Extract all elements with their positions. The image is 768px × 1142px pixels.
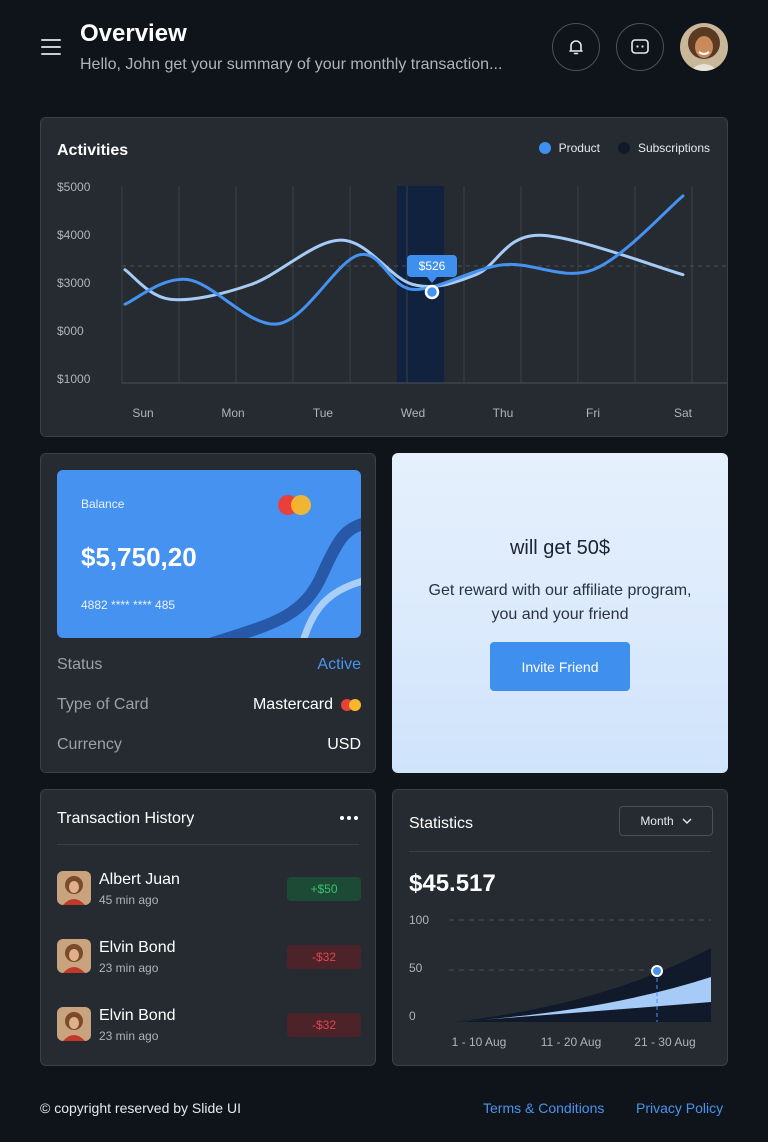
x-tick-2: 11 - 20 Aug: [541, 1035, 602, 1049]
transaction-amount-badge: +$50: [287, 877, 361, 901]
highlight-point: [424, 284, 440, 300]
currency-label: Currency: [57, 736, 122, 753]
invite-friend-button[interactable]: Invite Friend: [490, 642, 630, 691]
statistics-chart: 100 50 0 1 - 10 Aug 11 - 20 Aug 21 - 30 …: [409, 913, 711, 1049]
balance-panel: Balance $5,750,20 4882 **** **** 485 Sta…: [40, 453, 376, 773]
mastercard-logo-icon: [278, 495, 311, 515]
x-tick-1: 1 - 10 Aug: [452, 1035, 507, 1049]
x-tick-label: Fri: [586, 406, 600, 420]
transaction-history-title: Transaction History: [57, 810, 195, 827]
terms-link[interactable]: Terms & Conditions: [483, 1100, 604, 1116]
activities-card: Activities Product Subscriptions $5000 $4…: [40, 117, 728, 437]
activities-chart: $5000 $4000 $3000 $000 $1000 Sun Mon Tue Wed Thu F…: [57, 180, 727, 420]
transaction-row[interactable]: Elvin Bond 23 min ago -$32: [57, 939, 361, 979]
x-tick-3: 21 - 30 Aug: [634, 1035, 695, 1049]
affiliate-text: Get reward with our affiliate program, y…: [428, 582, 692, 623]
transaction-time: 45 min ago: [99, 893, 159, 907]
card-type-row: Type of Card Mastercard: [57, 696, 361, 714]
currency-row: Currency USD: [57, 736, 361, 754]
transaction-name: Elvin Bond: [99, 939, 176, 956]
tooltip-value: $526: [419, 259, 446, 273]
transaction-name: Elvin Bond: [99, 1007, 176, 1024]
transaction-amount-badge: -$32: [287, 945, 361, 969]
balance-label: Balance: [81, 497, 125, 511]
messages-button[interactable]: [616, 23, 664, 71]
user-avatar[interactable]: [680, 23, 728, 71]
more-options-icon[interactable]: [339, 812, 359, 824]
highlight-point[interactable]: [651, 965, 663, 977]
card-type-value-wrap: Mastercard: [253, 696, 361, 714]
y-tick-50: 50: [409, 961, 423, 975]
card-type-label: Type of Card: [57, 696, 149, 713]
status-value: Active: [317, 656, 361, 673]
chat-icon: [631, 39, 649, 54]
y-tick-label: $000: [57, 324, 84, 338]
y-tick-label: $4000: [57, 228, 91, 242]
transaction-row[interactable]: Elvin Bond 23 min ago -$32: [57, 1007, 361, 1047]
card-number: 4882 **** **** 485: [81, 598, 176, 612]
transaction-avatar: [57, 939, 91, 973]
x-tick-label: Thu: [493, 406, 514, 420]
affiliate-card: will get 50$ Get reward with our affilia…: [392, 453, 728, 773]
x-tick-label: Mon: [221, 406, 244, 420]
statistics-card: Statistics Month $45.517 100 50 0 1 - 10…: [392, 789, 728, 1066]
menu-icon[interactable]: [41, 38, 61, 56]
x-tick-label: Sat: [674, 406, 693, 420]
x-tick-label: Tue: [313, 406, 334, 420]
affiliate-heading: will get 50$: [509, 537, 611, 559]
status-label: Status: [57, 656, 103, 673]
card-type-value: Mastercard: [252, 696, 333, 713]
bell-icon: [569, 40, 583, 55]
x-tick-label: Sun: [132, 406, 153, 420]
transaction-time: 23 min ago: [99, 1029, 159, 1043]
page-title: Overview: [80, 20, 187, 47]
overview-page: Overview Hello, John get your summary of…: [0, 0, 768, 1142]
y-tick-label: $3000: [57, 276, 91, 290]
transaction-avatar: [57, 871, 91, 905]
transaction-history-card: Transaction History Albert Juan 45 min a…: [40, 789, 376, 1066]
status-row: Status Active: [57, 656, 361, 674]
currency-value: USD: [327, 736, 361, 753]
transaction-name: Albert Juan: [99, 871, 180, 888]
balance-amount: $5,750,20: [81, 542, 197, 572]
transaction-row[interactable]: Albert Juan 45 min ago +$50: [57, 871, 361, 911]
transaction-time: 23 min ago: [99, 961, 159, 975]
y-tick-label: $1000: [57, 372, 91, 386]
transaction-avatar: [57, 1007, 91, 1041]
privacy-link[interactable]: Privacy Policy: [636, 1100, 723, 1116]
transaction-amount-badge: -$32: [287, 1013, 361, 1037]
y-tick-label: $5000: [57, 180, 91, 194]
notification-button[interactable]: [552, 23, 600, 71]
x-tick-label: Wed: [401, 406, 425, 420]
user-avatar-image: [680, 23, 728, 71]
divider: [57, 844, 359, 845]
y-tick-100: 100: [409, 913, 429, 927]
y-tick-0: 0: [409, 1009, 416, 1023]
balance-card[interactable]: Balance $5,750,20 4882 **** **** 485: [57, 470, 361, 638]
copyright-text: © copyright reserved by Slide UI: [40, 1100, 241, 1116]
page-subtitle: Hello, John get your summary of your mon…: [80, 56, 503, 73]
mastercard-small-icon: [341, 699, 361, 711]
